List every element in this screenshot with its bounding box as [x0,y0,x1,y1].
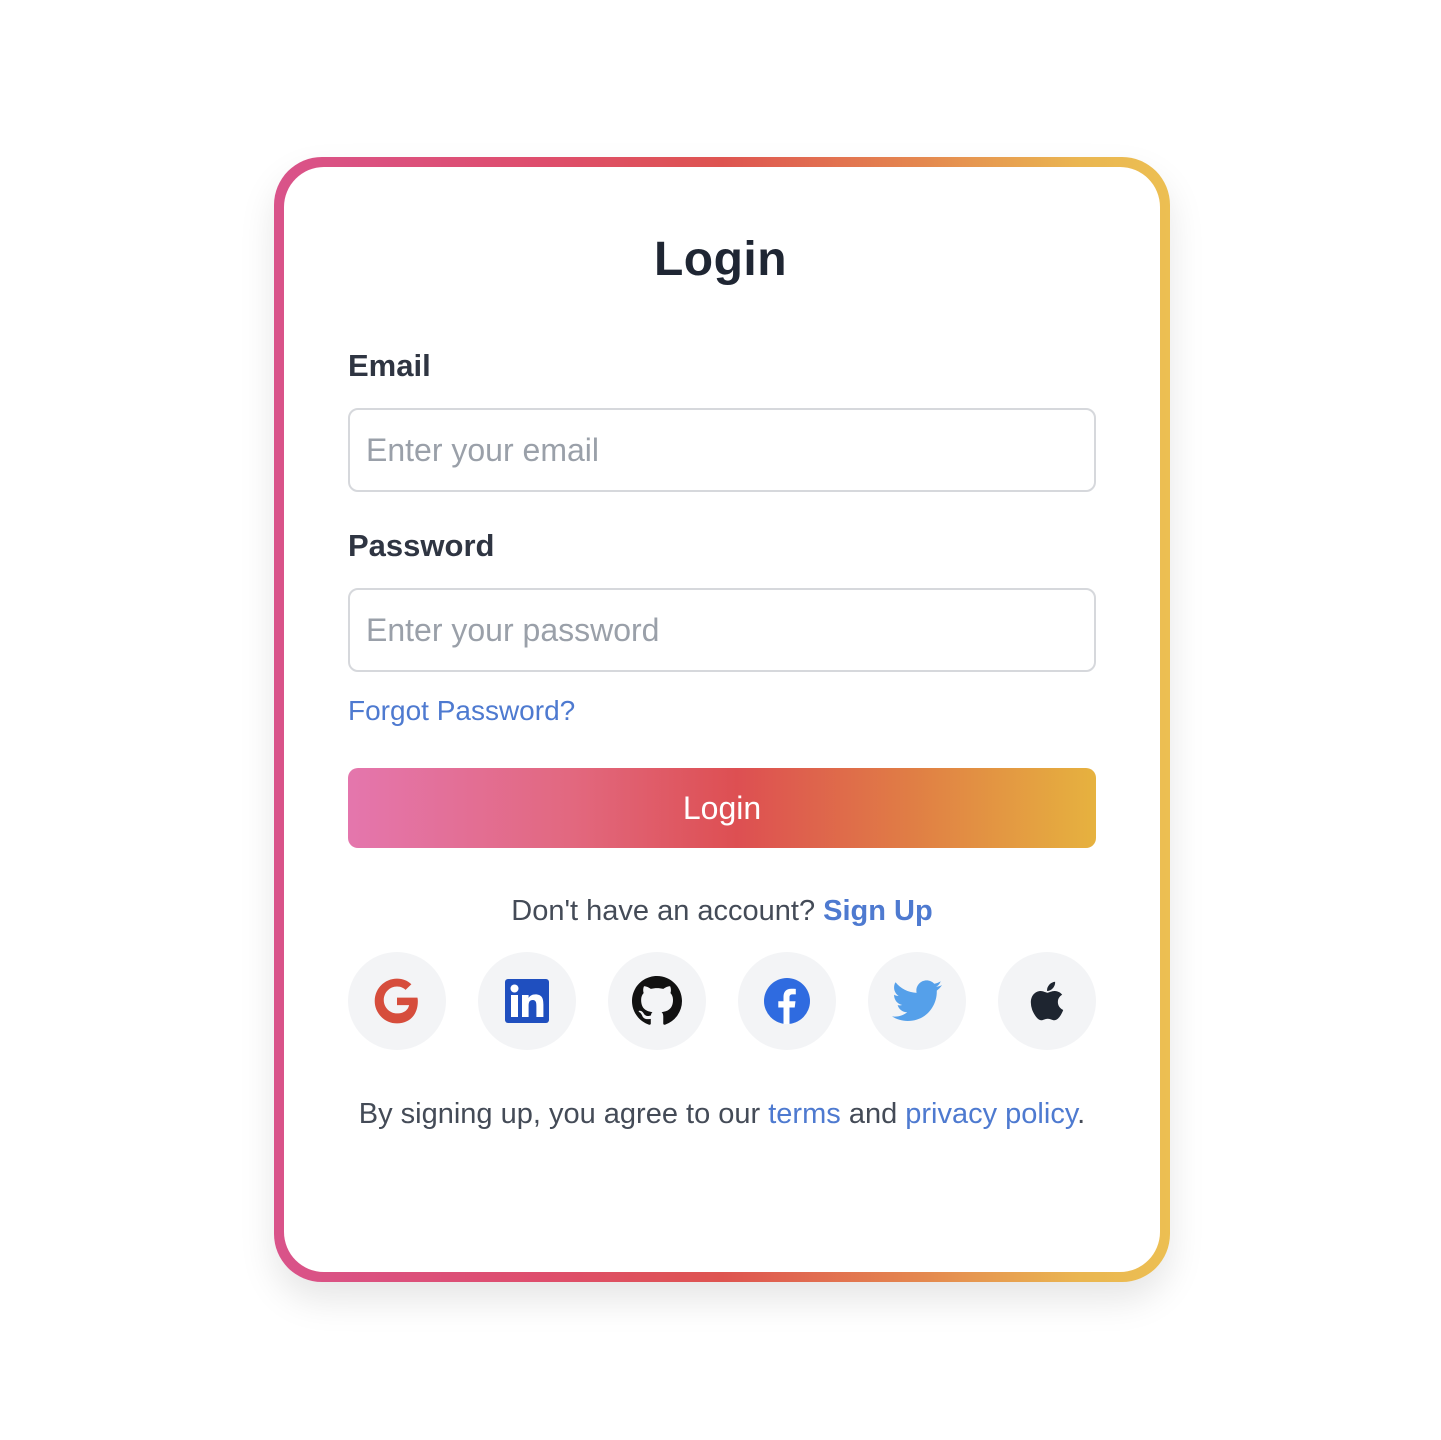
signup-prompt-text: Don't have an account? [511,895,816,927]
privacy-policy-link[interactable]: privacy policy [905,1098,1077,1130]
password-field[interactable] [348,588,1096,672]
email-label: Email [348,348,431,383]
twitter-login-button[interactable] [868,952,966,1050]
page-title: Login [653,233,788,286]
login-button[interactable]: Login [348,768,1096,848]
signup-link[interactable]: Sign Up [823,895,933,927]
linkedin-icon [505,979,549,1023]
apple-icon [1030,981,1064,1021]
google-icon [374,978,418,1024]
facebook-icon [764,978,810,1024]
github-icon [632,976,682,1025]
signup-prompt-row: Don't have an account? Sign Up [348,895,1096,928]
github-login-button[interactable] [608,952,706,1050]
terms-link[interactable]: terms [768,1098,841,1130]
email-field[interactable] [348,408,1096,492]
google-login-button[interactable] [348,952,446,1050]
terms-suffix: . [1077,1098,1086,1130]
facebook-login-button[interactable] [738,952,836,1050]
apple-login-button[interactable] [998,952,1096,1050]
password-label: Password [348,528,495,563]
terms-notice: By signing up, you agree to our terms an… [348,1094,1096,1134]
terms-prefix: By signing up, you agree to our [358,1098,761,1130]
terms-conjunction: and [848,1098,898,1130]
page: Login Email Password Forgot Password? Lo… [0,0,1441,1440]
forgot-password-link[interactable]: Forgot Password? [348,695,575,727]
linkedin-login-button[interactable] [478,952,576,1050]
twitter-icon [892,980,942,1021]
